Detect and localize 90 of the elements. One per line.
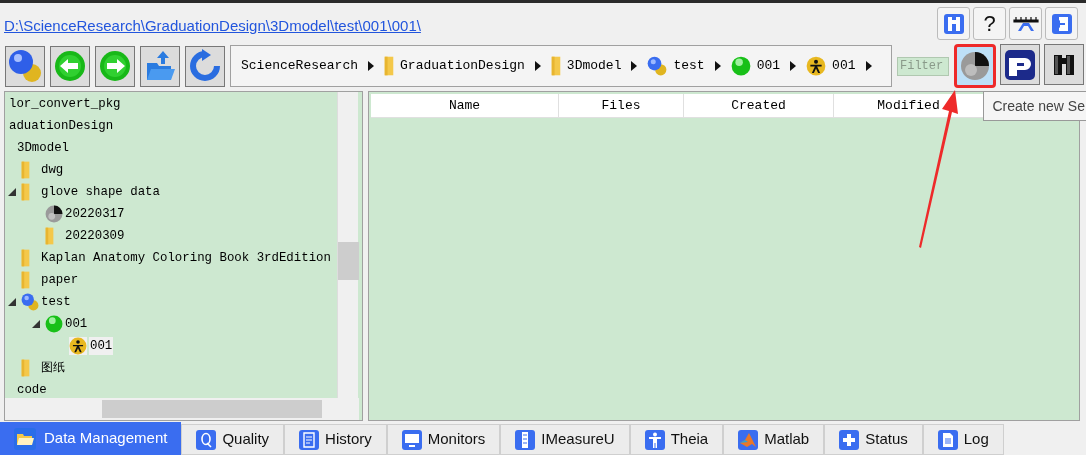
folder-icon [45,227,54,245]
tab[interactable]: Data Management [0,422,182,455]
spheres-icon [8,49,42,83]
tree-item[interactable]: 3Dmodel [17,138,70,158]
expand-icon[interactable] [7,297,17,307]
tab[interactable]: Matlab [723,424,825,455]
tab[interactable]: Log [922,424,1004,455]
tab[interactable]: Status [824,424,923,455]
exit-icon [1050,12,1073,35]
column-header[interactable]: Name [371,94,559,117]
tree-item[interactable]: lor_convert_pkg [9,94,121,114]
folder-icon [550,56,561,76]
help-button[interactable]: ? [973,7,1006,40]
caret-icon[interactable] [790,61,797,71]
caret-icon[interactable] [368,61,375,71]
refresh-icon [188,49,222,83]
filter-field[interactable]: Filter [897,56,949,76]
ball-icon [45,315,63,333]
tree-item[interactable]: 20220309 [65,226,125,246]
tree-item[interactable]: paper [41,270,79,290]
refresh-button[interactable] [185,45,225,87]
breadcrumb-item[interactable]: 001 [832,56,856,76]
tree-item[interactable]: Kaplan Anatomy Coloring Book 3rdEdition [41,248,331,268]
tree-item[interactable]: 001 [89,336,114,356]
back-button[interactable] [50,45,90,87]
horizontal-scrollbar[interactable] [5,398,359,420]
p-logo-icon [1004,48,1036,81]
sensor-figure-icon [515,429,536,450]
person-icon [644,429,665,450]
exit-button[interactable] [1045,7,1078,40]
folder-icon [21,271,30,289]
ball-icon [730,56,751,76]
matlab-logo-icon [738,429,759,450]
expand-icon[interactable] [7,187,17,197]
column-header[interactable]: Created [684,94,834,117]
caret-icon[interactable] [714,61,721,71]
pie-icon [959,50,991,82]
document-icon [937,429,958,450]
tree-item[interactable]: 图纸 [41,358,65,378]
tree-item[interactable]: dwg [41,160,64,180]
tree-item[interactable]: aduationDesign [9,116,114,136]
forward-button[interactable] [95,45,135,87]
plus-icon [839,429,860,450]
caret-icon[interactable] [534,61,541,71]
scroll-thumb[interactable] [102,400,322,418]
tab[interactable]: Theia [629,424,724,455]
search-button[interactable] [1044,44,1084,85]
home-button[interactable] [5,45,45,87]
tree-item[interactable]: glove shape data [41,182,160,202]
q-letter-icon [196,429,217,450]
vertical-scrollbar[interactable] [337,92,358,400]
logo-button[interactable] [1000,44,1040,85]
binoculars-button[interactable] [937,7,970,40]
folder-icon [384,56,395,76]
breadcrumb-item[interactable]: 001 [756,56,781,76]
tab[interactable]: Quality [181,424,285,455]
breadcrumb-item[interactable]: ScienceResearch [241,56,359,76]
scroll-icon [299,429,320,450]
caret-icon[interactable] [865,61,872,71]
breadcrumb-item[interactable]: 3Dmodel [566,56,622,76]
spheres-icon [647,56,668,76]
folder-icon [21,161,30,179]
person-icon [806,56,827,76]
pie-icon [45,205,63,223]
ruler-icon [1012,15,1039,32]
tree-item[interactable]: code [17,380,47,400]
person-icon [69,337,87,355]
tooltip: Create new Se [983,91,1086,121]
open-folder-button[interactable] [140,45,180,87]
tree-item[interactable]: test [41,292,71,312]
tree-item[interactable]: 001 [65,314,88,334]
caret-icon[interactable] [631,61,638,71]
ruler-button[interactable] [1009,7,1042,40]
tab[interactable]: IMeasureU [500,424,630,455]
folder-icon [21,183,30,201]
monitor-icon [401,429,422,450]
breadcrumb-item[interactable]: GraduationDesign [400,56,525,76]
new-session-button[interactable] [954,44,996,88]
spheres-icon [21,293,39,311]
tab[interactable]: Monitors [386,424,501,455]
folder-icon [14,427,36,450]
tab[interactable]: History [284,424,387,455]
scroll-thumb[interactable] [338,242,359,280]
folder-icon [21,359,30,377]
tree-item[interactable]: 20220317 [65,204,125,224]
folder-icon [21,249,30,267]
column-header[interactable]: Files [559,94,684,117]
breadcrumb-item[interactable]: test [673,56,705,76]
path-link[interactable]: D:\ScienceResearch\GraduationDesign\3Dmodel\test\001\001\ [4,15,421,38]
expand-icon[interactable] [31,319,41,329]
